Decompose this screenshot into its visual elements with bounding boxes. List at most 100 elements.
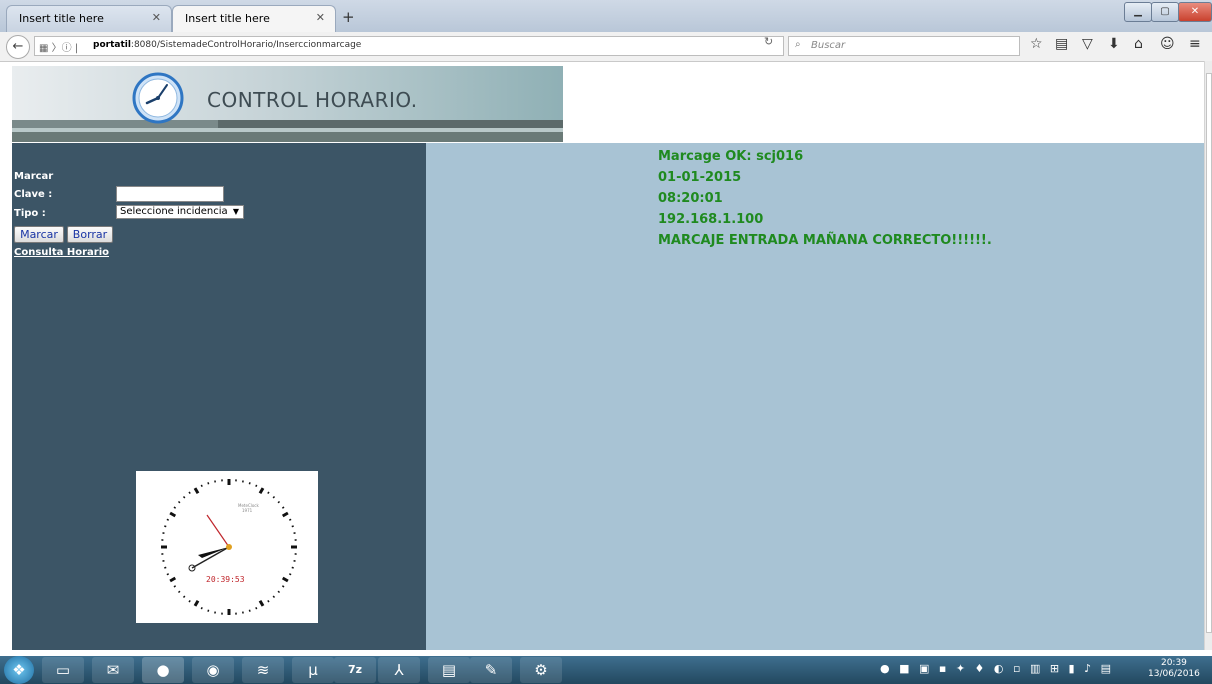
paint-icon[interactable]: ✎: [470, 657, 512, 683]
browser-titlebar: Insert title here ✕ Insert title here ✕ …: [0, 0, 1212, 32]
clock-tick: [166, 518, 170, 521]
reload-icon[interactable]: ↻: [764, 35, 773, 48]
page-title: CONTROL HORARIO.: [207, 88, 418, 112]
clock-minute-hand: [206, 514, 230, 548]
clock-digital-time: 20:39:53: [206, 575, 245, 584]
scrollbar-thumb[interactable]: [1206, 73, 1212, 633]
spotify-icon[interactable]: ≋: [242, 657, 284, 683]
clock-tick: [169, 576, 177, 583]
bookmarks-list-icon[interactable]: ▤: [1055, 36, 1068, 52]
clock-center-pin: [226, 544, 232, 550]
tipo-select[interactable]: Seleccione incidencia ▼: [116, 205, 244, 219]
url-path: :8080/SistemadeControlHorario/Inserccion…: [130, 40, 362, 50]
tab-1[interactable]: Insert title here ✕: [6, 5, 172, 32]
clock-tick: [182, 495, 186, 499]
app-icon[interactable]: ⚙: [520, 657, 562, 683]
home-icon[interactable]: ⌂: [1134, 36, 1143, 52]
clock-tick: [200, 606, 203, 610]
system-tray-icons[interactable]: ● ■ ▣ ▪ ✦ ♦ ◐ ▫ ▥ ⊞ ▮ ♪ ▤: [880, 662, 1114, 675]
notepad-icon[interactable]: ▤: [428, 657, 470, 683]
analog-clock-face: MeteClock 1971 20:39:53: [161, 479, 297, 615]
borrar-button[interactable]: Borrar: [67, 226, 113, 243]
clock-tick: [182, 595, 186, 599]
new-tab-plus-icon[interactable]: +: [342, 8, 355, 26]
clock-tick: [258, 487, 265, 495]
clock-tick: [291, 525, 294, 528]
marcage-time-text: 08:20:01: [658, 191, 723, 206]
consulta-horario-link[interactable]: Consulta Horario: [14, 247, 109, 258]
clave-input[interactable]: [116, 186, 224, 202]
tipo-selected-value: Seleccione incidencia: [120, 206, 228, 217]
form-section-label: Marcar: [14, 171, 54, 182]
clock-tick: [164, 525, 167, 528]
marcage-date-text: 01-01-2015: [658, 170, 742, 185]
clock-tick: [291, 566, 294, 569]
chat-icon[interactable]: ☺: [1160, 36, 1175, 52]
pocket-icon[interactable]: ▽: [1082, 36, 1093, 52]
firefox-icon[interactable]: ●: [142, 657, 184, 683]
chrome-icon[interactable]: ◉: [192, 657, 234, 683]
clock-tick: [281, 576, 289, 583]
url-host: portatil: [93, 40, 131, 50]
7zip-icon[interactable]: 7z: [334, 657, 376, 683]
acrobat-icon[interactable]: ⅄: [378, 657, 420, 683]
clock-tick: [207, 482, 210, 485]
minimize-window-icon[interactable]: ▁: [1124, 2, 1152, 22]
clock-tick: [188, 599, 191, 603]
search-bar[interactable]: ⌕ Buscar: [788, 36, 1020, 56]
url-bar[interactable]: ▦ 〉ⓘ | portatil:8080/SistemadeControlHor…: [34, 36, 784, 56]
bookmark-star-icon[interactable]: ☆: [1030, 36, 1043, 52]
clock-tick: [173, 585, 177, 588]
content-panel: Marcage OK: scj016 01-01-2015 08:20:01 1…: [426, 143, 1204, 650]
taskbar-clock[interactable]: 20:39 13/06/2016: [1148, 658, 1200, 680]
site-info-icon[interactable]: ▦ 〉ⓘ |: [39, 39, 78, 54]
sidebar-form-panel: Marcar Clave : Tipo : Seleccione inciden…: [12, 143, 426, 650]
clock-tick: [255, 606, 258, 610]
menu-icon[interactable]: ≡: [1189, 36, 1201, 52]
clock-tick: [207, 609, 210, 612]
download-icon[interactable]: ⬇: [1108, 36, 1120, 52]
back-arrow-icon[interactable]: ←: [6, 35, 30, 59]
clock-brand-year: 1971: [242, 508, 253, 513]
utorrent-icon[interactable]: µ: [292, 657, 334, 683]
clock-tick: [193, 487, 200, 495]
clock-tick: [288, 573, 292, 576]
header-strip: [12, 132, 563, 142]
analog-clock-widget: MeteClock 1971 20:39:53: [136, 471, 318, 623]
clock-tick: [177, 500, 181, 504]
close-window-icon[interactable]: ✕: [1178, 2, 1212, 22]
clock-tick: [267, 491, 270, 495]
clock-tick: [164, 566, 167, 569]
clock-tick: [248, 482, 251, 485]
clock-tick: [173, 506, 177, 509]
tab-1-close-icon[interactable]: ✕: [152, 11, 161, 24]
clock-logo-icon: [132, 72, 184, 124]
maximize-window-icon[interactable]: ▢: [1151, 2, 1179, 22]
clock-tick: [272, 595, 276, 599]
chevron-down-icon: ▼: [232, 207, 239, 216]
clock-tick: [169, 511, 177, 518]
marcar-button[interactable]: Marcar: [14, 226, 64, 243]
url-text: portatil:8080/SistemadeControlHorario/In…: [93, 40, 361, 50]
marcage-result-message: MARCAJE ENTRADA MAÑANA CORRECTO!!!!!!.: [658, 233, 992, 248]
thunderbird-icon[interactable]: ✉: [92, 657, 134, 683]
search-icon: ⌕: [795, 39, 801, 50]
windows-taskbar: ❖ ▭ ✉ ● ◉ ≋ µ 7z ⅄ ▤ ✎ ⚙ ● ■ ▣ ▪ ✦ ♦ ◐ ▫…: [0, 656, 1212, 684]
clock-tick: [281, 585, 285, 588]
clock-second-hand: [191, 546, 230, 569]
tab-1-label: Insert title here: [19, 12, 104, 25]
clock-tick: [177, 590, 181, 594]
clock-tick: [255, 484, 258, 488]
page-header-banner: CONTROL HORARIO.: [12, 66, 563, 142]
taskbar-clock-time: 20:39: [1160, 658, 1187, 668]
clock-tick: [166, 573, 170, 576]
clave-label: Clave :: [14, 189, 53, 200]
file-explorer-icon[interactable]: ▭: [42, 657, 84, 683]
vertical-scrollbar[interactable]: [1204, 61, 1212, 650]
clock-tick: [288, 518, 292, 521]
start-orb-icon[interactable]: ❖: [4, 656, 34, 684]
tab-2-close-icon[interactable]: ✕: [316, 11, 325, 24]
tab-2-active[interactable]: Insert title here ✕: [172, 5, 336, 32]
clock-tick: [258, 599, 265, 607]
browser-navbar: ← ▦ 〉ⓘ | portatil:8080/SistemadeControlH…: [0, 32, 1212, 62]
